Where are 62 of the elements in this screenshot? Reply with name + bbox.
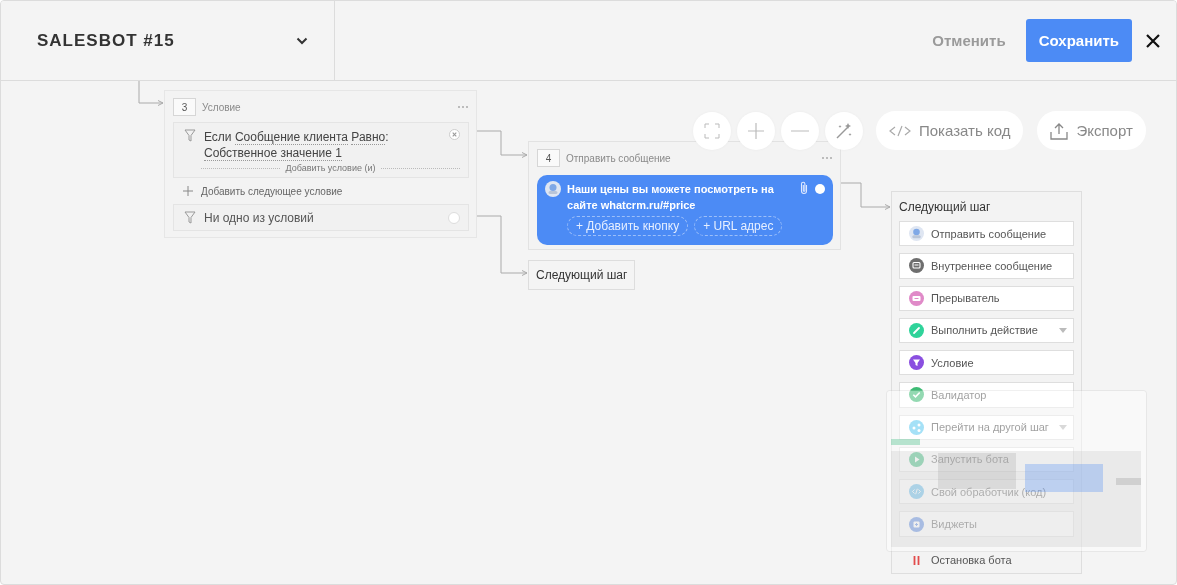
connector-arrow — [138, 81, 164, 106]
step-option[interactable]: Условие — [899, 350, 1074, 376]
plus-icon[interactable] — [183, 186, 193, 196]
more-icon[interactable] — [821, 156, 833, 160]
step-number: 4 — [537, 149, 560, 167]
step-option[interactable]: Выполнить действие — [899, 317, 1074, 344]
step-option[interactable]: Валидатор — [899, 382, 1074, 408]
caret-down-icon — [1059, 424, 1067, 430]
fullscreen-icon — [704, 122, 720, 139]
next-step-node[interactable]: Следующий шаг — [528, 260, 636, 290]
add-condition-link[interactable]: Добавить условие (и) — [285, 163, 376, 173]
pencil-icon — [909, 322, 924, 338]
fallback-text: Ни одно из условий — [204, 210, 315, 225]
widget-icon — [909, 516, 924, 532]
bot-title: SALESBOT #15 — [37, 30, 175, 51]
connector-handle[interactable] — [448, 211, 460, 224]
filter-icon — [909, 355, 924, 371]
step-option[interactable]: Перейти на другой шаг — [899, 414, 1074, 440]
step-title: Условие — [202, 101, 242, 113]
save-button[interactable]: Сохранить — [1025, 19, 1132, 62]
close-icon — [1146, 33, 1160, 48]
zoom-out-button[interactable] — [781, 111, 819, 150]
play-icon — [909, 452, 924, 467]
step-option[interactable]: Внутреннее сообщение — [899, 253, 1074, 279]
step-option[interactable]: Остановка бота — [899, 547, 1074, 573]
more-icon[interactable] — [457, 105, 469, 109]
bot-avatar-icon — [545, 181, 561, 197]
close-button[interactable] — [1144, 31, 1162, 50]
filter-icon — [184, 211, 196, 224]
share-icon — [909, 419, 924, 435]
step-option[interactable]: Отправить сообщение — [899, 221, 1074, 247]
magic-wand-icon — [835, 121, 853, 140]
message-text[interactable]: Наши цены вы можете посмотреть на сайте whatcrm.ru/#price — [567, 181, 793, 213]
message-icon — [909, 290, 924, 306]
condition-text[interactable]: Если Сообщение клиента Равно: Собственное значение 1 — [204, 129, 441, 161]
plus-icon — [747, 121, 765, 140]
step-number: 3 — [173, 98, 196, 116]
chevron-down-icon[interactable] — [296, 36, 308, 45]
menu-title: Следующий шаг — [899, 200, 992, 214]
show-code-button[interactable]: Показать код — [876, 111, 1024, 150]
chat-icon — [909, 258, 924, 274]
minus-icon — [791, 129, 809, 132]
step-title: Отправить сообщение — [566, 152, 672, 164]
check-icon — [909, 387, 924, 403]
magic-wand-button[interactable] — [825, 111, 863, 150]
zoom-in-button[interactable] — [737, 111, 775, 150]
step-option[interactable]: Прерыватель — [899, 285, 1074, 311]
bot-avatar-icon — [909, 226, 924, 242]
connector-handle[interactable] — [815, 184, 825, 194]
step-option[interactable]: Виджеты — [899, 511, 1074, 537]
step-option[interactable]: Свой обработчик (код) — [899, 479, 1074, 505]
remove-icon[interactable] — [449, 129, 460, 140]
cancel-button[interactable]: Отменить — [928, 26, 1010, 55]
caret-down-icon — [1059, 327, 1067, 333]
export-button[interactable]: Экспорт — [1037, 111, 1146, 150]
code-icon — [909, 484, 924, 500]
upload-icon — [1050, 121, 1069, 140]
add-next-condition-link[interactable]: Добавить следующее условие — [201, 185, 343, 197]
fit-screen-button[interactable] — [693, 111, 731, 150]
filter-icon — [184, 129, 196, 142]
code-icon — [889, 124, 911, 137]
paperclip-icon[interactable] — [799, 181, 809, 195]
